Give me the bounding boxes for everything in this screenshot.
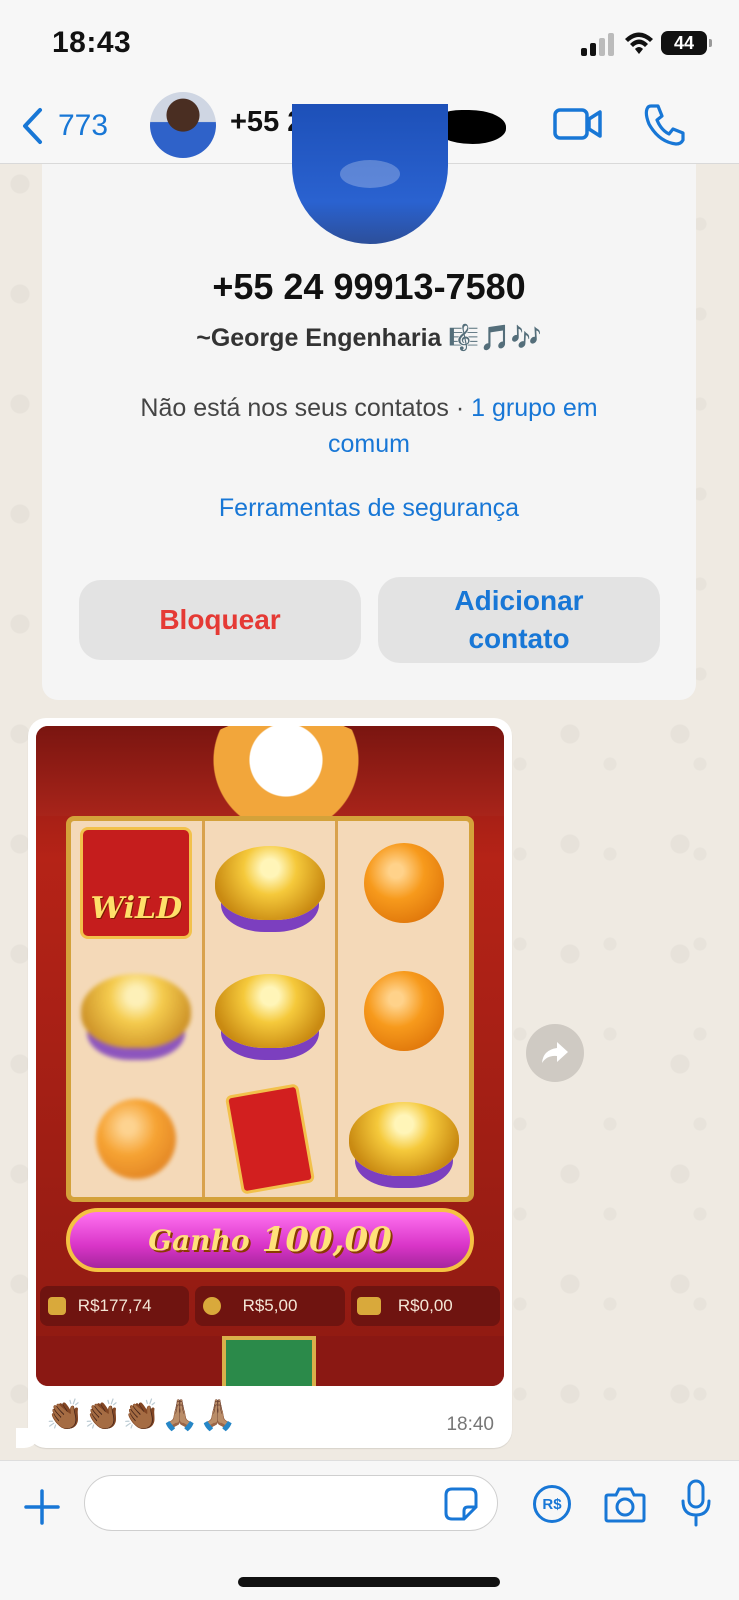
win-label: Ganho — [148, 1223, 250, 1257]
message-caption: 👏🏾👏🏾👏🏾🙏🏽🙏🏽 — [46, 1399, 238, 1432]
microphone-icon[interactable] — [680, 1479, 712, 1527]
camera-icon[interactable] — [604, 1485, 646, 1523]
payment-icon[interactable]: R$ — [533, 1485, 571, 1523]
forward-button[interactable] — [526, 1024, 584, 1082]
wild-symbol: WiLD — [71, 821, 202, 945]
message-input[interactable] — [84, 1475, 498, 1531]
red-envelope-symbol — [205, 1077, 336, 1201]
reel-1: WiLD — [71, 821, 205, 1197]
win-icon — [356, 1297, 381, 1315]
wallet-icon — [48, 1297, 66, 1315]
contact-nickname: ~George Engenharia 🎼🎵🎶 — [196, 324, 542, 352]
slot-reels: WiLD — [66, 816, 474, 1202]
balance-stat: R$177,74 — [40, 1286, 190, 1326]
reel-3 — [338, 821, 469, 1197]
incoming-image-message[interactable]: WiLD Ganho 100,00 R$177,74 R$5,00 R$0,00… — [16, 718, 512, 1448]
chevron-left-icon — [23, 108, 42, 144]
battery-icon: 44 — [661, 31, 712, 55]
unread-count: 773 — [58, 109, 109, 142]
gold-ingot-symbol — [205, 821, 336, 945]
safety-tools-link[interactable]: Ferramentas de segurança — [42, 494, 696, 523]
not-in-contacts-text: Não está nos seus contatos · — [140, 394, 472, 422]
plus-icon[interactable] — [22, 1487, 62, 1527]
video-call-icon[interactable] — [553, 104, 603, 144]
contact-profile-photo[interactable] — [292, 104, 448, 244]
phone-call-icon[interactable] — [643, 102, 685, 146]
gold-ingot-symbol — [205, 949, 336, 1073]
reel-2 — [205, 821, 339, 1197]
contact-status-text: Não está nos seus contatos · 1 grupo em … — [102, 390, 636, 462]
last-win-stat: R$0,00 — [350, 1286, 500, 1326]
coins-icon — [203, 1297, 222, 1315]
wild-label: WiLD — [90, 891, 183, 926]
back-button[interactable]: 773 — [20, 106, 108, 146]
balance-value: R$177,74 — [77, 1296, 152, 1315]
contact-info-card: +55 24 99913-7580 ~George Engenharia 🎼🎵🎶… — [42, 104, 696, 700]
game-screenshot-image[interactable]: WiLD Ganho 100,00 R$177,74 R$5,00 R$0,00 — [36, 726, 504, 1386]
home-indicator — [238, 1577, 500, 1587]
bet-value: R$5,00 — [242, 1296, 298, 1315]
status-time: 18:43 — [52, 26, 132, 59]
forward-arrow-icon — [542, 1042, 568, 1063]
bet-stat: R$5,00 — [195, 1286, 345, 1326]
win-value: 100,00 — [261, 1220, 392, 1260]
orange-symbol — [338, 821, 469, 945]
contact-phone: +55 24 99913-7580 — [212, 266, 526, 307]
message-input-bar: R$ — [0, 1460, 739, 1600]
status-bar: 18:43 44 — [0, 0, 739, 90]
spin-button-art — [222, 1336, 316, 1386]
game-stats-bar: R$177,74 R$5,00 R$0,00 — [40, 1286, 500, 1326]
orange-symbol — [338, 949, 469, 1073]
contact-avatar[interactable] — [150, 92, 216, 158]
last-win-value: R$0,00 — [397, 1296, 453, 1315]
block-button[interactable]: Bloquear — [79, 580, 361, 660]
win-banner: Ganho 100,00 — [66, 1208, 474, 1272]
cellular-signal-icon — [581, 32, 617, 56]
wifi-icon — [625, 32, 653, 54]
message-timestamp: 18:40 — [446, 1414, 494, 1435]
orange-symbol — [71, 1077, 202, 1201]
gold-ingot-symbol — [338, 1077, 469, 1201]
sticker-icon[interactable] — [444, 1487, 478, 1521]
add-contact-button[interactable]: Adicionar contato — [378, 577, 660, 663]
gold-ingot-symbol — [71, 949, 202, 1073]
